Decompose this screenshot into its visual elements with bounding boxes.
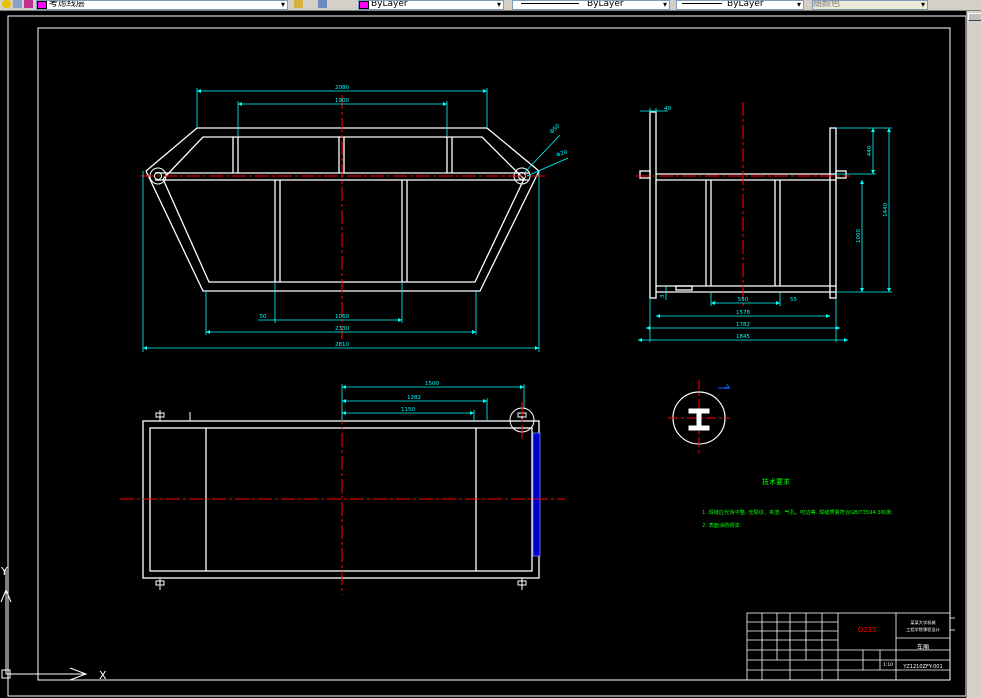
dim-angle-2: Φ20: [556, 149, 569, 159]
title-block-texts: Q235 某某大学机械 工程学院课程设计 车厢 YZ1210ZFY-001 1:…: [858, 619, 943, 670]
layer-color-icon[interactable]: [24, 0, 33, 8]
linetype-dropdown[interactable]: ByLayer ▾: [512, 0, 670, 10]
plan-view[interactable]: 1500 1282 1150: [120, 381, 565, 595]
dim-plan-3: 1150: [401, 407, 415, 413]
dim-side-right-1: 440: [867, 145, 873, 156]
detail-section: [688, 408, 710, 431]
dim-angle-1: Φ50: [549, 123, 562, 136]
dim-plan-2: 1282: [407, 395, 421, 401]
property-toolbar: 考虑线层 ▾ ByLayer ▾ ByLayer ▾ ByLayer ▾ 随颜色…: [0, 0, 981, 11]
color-dropdown-value: ByLayer: [371, 0, 408, 9]
dim-side-row1: 1578: [736, 310, 750, 316]
dim-side-left-small: 3: [660, 294, 666, 298]
dim-mid: 1060: [335, 314, 349, 320]
front-view[interactable]: 2080 1900 Φ50 Φ20 50 1060 2330 2810: [140, 85, 569, 352]
dim-top-outer: 2080: [335, 85, 349, 91]
chevron-down-icon: ▾: [796, 0, 801, 9]
plotstyle-dropdown[interactable]: 随颜色 ▾: [812, 0, 928, 10]
dim-side-right-3: 1000: [856, 229, 862, 243]
dim-bottom-overall: 2810: [335, 342, 349, 348]
ucs-icon: X Y: [0, 565, 107, 682]
layer-lock-icon[interactable]: [13, 0, 22, 8]
dim-small: 50: [260, 314, 267, 320]
make-current-layer-icon[interactable]: [294, 0, 303, 8]
dim-top-inner: 1900: [335, 98, 349, 104]
company-line-2: 工程学院课程设计: [906, 626, 940, 633]
plan-centerlines: [120, 402, 565, 595]
company-line-1: 某某大学机械: [910, 619, 936, 626]
front-centerlines: [140, 95, 545, 340]
linetype-sample: [521, 3, 579, 4]
detail-label: A: [725, 383, 730, 391]
material: Q235: [858, 626, 877, 634]
dim-side-small-right: 55: [790, 297, 797, 303]
scale: 1:10: [883, 662, 893, 668]
chevron-down-icon: ▾: [280, 0, 285, 9]
model-space-canvas[interactable]: 2080 1900 Φ50 Φ20 50 1060 2330 2810 40 4…: [0, 11, 966, 698]
chevron-down-icon: ▾: [496, 0, 501, 9]
drawing-number: YZ1210ZFY-001: [902, 664, 942, 670]
part-name: 车厢: [917, 643, 929, 651]
plan-dimensions: [341, 384, 525, 421]
vertical-scrollbar[interactable]: [966, 11, 981, 698]
dim-bottom-inner: 2330: [335, 326, 349, 332]
dim-side-top: 40: [664, 106, 671, 112]
lineweight-sample: [682, 3, 722, 4]
dim-side-right-2: 1440: [883, 203, 889, 217]
technical-notes: 技术要求 1. 焊缝应光滑平整, 无裂纹、夹渣、气孔、咬边等, 焊缝质量符合GB…: [702, 477, 893, 529]
dim-side-row2: 1782: [736, 322, 750, 328]
dim-side-inner: 550: [738, 297, 749, 303]
plotstyle-dropdown-value: 随颜色: [813, 0, 841, 9]
chevron-down-icon: ▾: [920, 0, 925, 9]
notes-line-2: 2. 表面涂防锈漆.: [702, 521, 742, 529]
scrollbar-thumb[interactable]: [968, 13, 981, 21]
side-view[interactable]: 40 440 1440 1000 3 550 55 1578 1782 1845: [636, 102, 892, 342]
lineweight-dropdown[interactable]: ByLayer ▾: [676, 0, 804, 10]
ucs-y-label: Y: [0, 565, 8, 578]
notes-line-1: 1. 焊缝应光滑平整, 无裂纹、夹渣、气孔、咬边等, 焊缝质量符合GB/T359…: [702, 508, 893, 516]
layer-previous-icon[interactable]: [318, 0, 327, 8]
plan-dimension-texts: 1500 1282 1150: [401, 381, 439, 413]
side-plate: [532, 432, 541, 557]
linetype-dropdown-value: ByLayer: [587, 0, 624, 9]
lineweight-dropdown-value: ByLayer: [727, 0, 764, 9]
dim-side-row3: 1845: [736, 334, 750, 340]
ucs-x-label: X: [99, 669, 107, 682]
layer-dropdown-value: 考虑线层: [49, 0, 86, 9]
layer-state-icon[interactable]: [2, 0, 11, 8]
detail-a[interactable]: A: [668, 380, 730, 456]
layer-dropdown[interactable]: 考虑线层 ▾: [36, 0, 288, 10]
color-dropdown[interactable]: ByLayer ▾: [358, 0, 504, 10]
layer-color-swatch: [37, 1, 47, 9]
dim-plan-1: 1500: [425, 381, 439, 387]
front-dimension-texts: 2080 1900 Φ50 Φ20 50 1060 2330 2810: [260, 85, 569, 348]
notes-title: 技术要求: [762, 477, 790, 486]
side-dimensions: [638, 108, 892, 342]
color-swatch: [359, 1, 369, 9]
side-centerlines: [636, 102, 850, 306]
chevron-down-icon: ▾: [662, 0, 667, 9]
